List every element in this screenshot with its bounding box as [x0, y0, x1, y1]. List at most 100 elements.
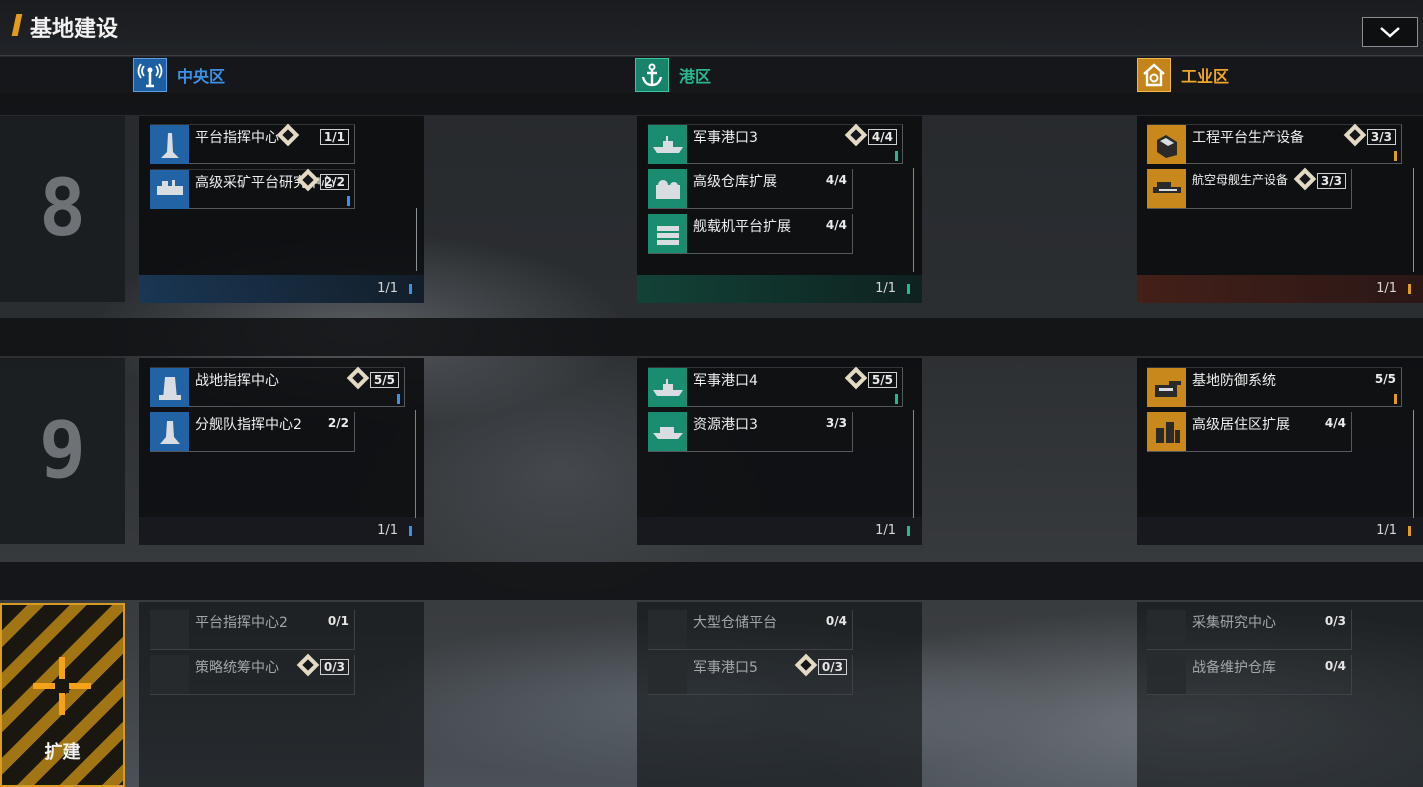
- building-name: 航空母舰生产设备: [1192, 173, 1289, 187]
- separator-band: [0, 93, 1423, 115]
- antenna-icon: [133, 58, 167, 92]
- panel-tick: [1408, 284, 1411, 294]
- top-bar: 基地建设: [0, 0, 1423, 56]
- mining-platform-icon: [150, 170, 189, 209]
- building-item-locked[interactable]: 策略统筹中心 0/3: [150, 653, 355, 695]
- building-item[interactable]: 军事港口3 4/4: [648, 123, 903, 164]
- plus-icon: [33, 657, 91, 715]
- district-label-central: 中央区: [177, 67, 226, 86]
- star-badge-icon: [794, 653, 818, 677]
- star-badge-icon: [296, 653, 320, 677]
- star-badge-icon: [1343, 123, 1367, 147]
- building-name: 高级居住区扩展: [1192, 417, 1290, 433]
- building-name: 军事港口3: [693, 130, 758, 146]
- separator-band: [0, 318, 1423, 356]
- building-progress: 3/3: [1366, 129, 1396, 145]
- building-progress: 4/4: [825, 173, 847, 187]
- building-item[interactable]: 高级居住区扩展 4/4: [1147, 412, 1352, 452]
- building-progress: 4/4: [1324, 416, 1346, 430]
- building-item[interactable]: 平台指挥中心 1/1: [150, 123, 355, 164]
- aircraft-carrier-icon: [1147, 169, 1186, 208]
- progress-bar-marker: [895, 151, 898, 161]
- fleet-command-icon: [150, 412, 189, 451]
- level-label-9: 9: [0, 358, 125, 544]
- progress-bar-marker: [1394, 151, 1397, 161]
- panel-count: 1/1: [875, 523, 896, 538]
- panel-count: 1/1: [377, 281, 398, 296]
- storage-icon: [648, 169, 687, 208]
- page-title: 基地建设: [30, 17, 119, 42]
- building-progress: 5/5: [867, 372, 897, 388]
- building-name: 大型仓储平台: [693, 615, 777, 631]
- building-name: 军事港口4: [693, 373, 758, 389]
- locked-building-icon: [648, 655, 687, 694]
- residential-icon: [1147, 412, 1186, 451]
- building-progress: 0/3: [1324, 614, 1346, 628]
- building-progress: 4/4: [867, 129, 897, 145]
- district-label-industry: 工业区: [1181, 67, 1230, 86]
- star-badge-icon: [276, 123, 300, 147]
- building-item-locked[interactable]: 大型仓储平台 0/4: [648, 610, 853, 650]
- building-progress: 3/3: [825, 416, 847, 430]
- building-item[interactable]: 高级仓库扩展 4/4: [648, 169, 853, 209]
- connector-line: [1413, 168, 1414, 272]
- warship-icon: [648, 125, 687, 164]
- building-item[interactable]: 资源港口3 3/3: [648, 412, 853, 452]
- panel-tick: [907, 284, 910, 294]
- building-progress: 4/4: [825, 218, 847, 232]
- building-name: 基地防御系统: [1192, 373, 1276, 389]
- district-header-industry[interactable]: 工业区: [1137, 57, 1229, 93]
- building-item[interactable]: 战地指挥中心 5/5: [150, 366, 405, 407]
- panel-count: 1/1: [875, 281, 896, 296]
- building-progress: 0/1: [327, 614, 349, 628]
- star-badge-icon: [844, 123, 868, 147]
- building-item[interactable]: 舰载机平台扩展 4/4: [648, 214, 853, 254]
- field-command-icon: [150, 368, 189, 407]
- building-progress: 2/2: [319, 174, 349, 190]
- building-progress: 0/4: [825, 614, 847, 628]
- building-item-locked[interactable]: 平台指挥中心2 0/1: [150, 610, 355, 650]
- building-item-locked[interactable]: 采集研究中心 0/3: [1147, 610, 1352, 650]
- building-name: 资源港口3: [693, 417, 758, 433]
- district-header-central[interactable]: 中央区: [133, 57, 225, 93]
- locked-building-icon: [1147, 655, 1186, 694]
- chevron-down-icon: [1380, 27, 1400, 38]
- building-item[interactable]: 基地防御系统 5/5: [1147, 367, 1402, 407]
- building-name: 平台指挥中心2: [195, 615, 288, 631]
- panel-tick: [409, 284, 412, 294]
- building-item[interactable]: 工程平台生产设备 3/3: [1147, 123, 1402, 164]
- warship-icon: [648, 368, 687, 407]
- defense-system-icon: [1147, 368, 1186, 407]
- building-name: 高级仓库扩展: [693, 174, 777, 190]
- building-name: 战地指挥中心: [195, 373, 279, 389]
- district-label-port: 港区: [679, 67, 712, 86]
- panel-tick: [907, 526, 910, 536]
- progress-bar-marker: [895, 394, 898, 404]
- locked-building-icon: [1147, 610, 1186, 649]
- building-progress: 0/4: [1324, 659, 1346, 673]
- progress-bar-marker: [397, 394, 400, 404]
- building-item[interactable]: 航空母舰生产设备 3/3: [1147, 167, 1352, 209]
- anchor-icon: [635, 58, 669, 92]
- building-name: 战备维护仓库: [1192, 660, 1276, 676]
- building-name: 平台指挥中心: [195, 130, 279, 146]
- connector-line: [1413, 410, 1414, 518]
- expand-label: 扩建: [44, 742, 81, 763]
- connector-line: [415, 410, 416, 518]
- building-name: 军事港口5: [693, 660, 758, 676]
- tower-icon: [150, 125, 189, 164]
- connector-line: [913, 410, 914, 518]
- building-progress: 1/1: [319, 129, 349, 145]
- district-header-port[interactable]: 港区: [635, 57, 711, 93]
- building-item-locked[interactable]: 战备维护仓库 0/4: [1147, 655, 1352, 695]
- building-item[interactable]: 军事港口4 5/5: [648, 366, 903, 407]
- carrier-platform-icon: [648, 214, 687, 253]
- collapse-button[interactable]: [1362, 17, 1418, 47]
- building-name: 采集研究中心: [1192, 615, 1276, 631]
- building-item[interactable]: 分舰队指挥中心2 2/2: [150, 412, 355, 452]
- level-label-8: 8: [0, 116, 125, 302]
- building-item[interactable]: 高级采矿平台研究中心 2/2: [150, 168, 355, 209]
- expand-button[interactable]: 扩建: [0, 603, 125, 787]
- building-item-locked[interactable]: 军事港口5 0/3: [648, 653, 853, 695]
- building-progress: 5/5: [369, 372, 399, 388]
